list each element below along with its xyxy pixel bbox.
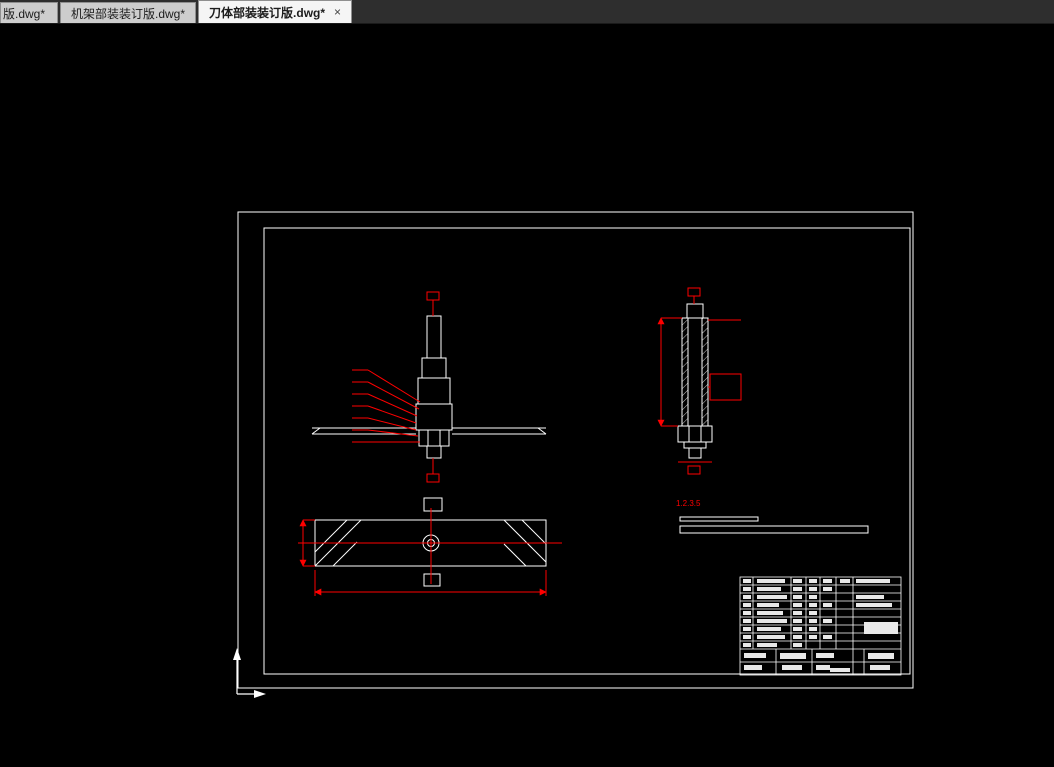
file-tab-0-label: 版.dwg*: [3, 6, 46, 21]
section-view: [677, 303, 713, 459]
file-tab-bar: 版.dwg* 机架部装装订版.dwg* 刀体部装装订版.dwg* ×: [0, 0, 1054, 24]
blade-annotation: 1.2.3.5: [676, 499, 701, 508]
file-tab-2-active[interactable]: 刀体部装装订版.dwg* ×: [198, 0, 353, 23]
file-tab-0[interactable]: 版.dwg*: [0, 2, 58, 23]
front-view-dimensions: [352, 291, 440, 483]
file-tab-2-label: 刀体部装装订版.dwg*: [209, 5, 326, 20]
close-tab-icon[interactable]: ×: [334, 6, 341, 18]
drawing-canvas[interactable]: 1.2.3.5: [0, 24, 1054, 767]
drawing-svg: 1.2.3.5: [233, 211, 914, 698]
file-tab-1[interactable]: 机架部装装订版.dwg*: [60, 2, 197, 23]
top-view-dimensions: [298, 508, 562, 596]
blade-strips: [679, 516, 869, 534]
file-tab-1-label: 机架部装装订版.dwg*: [71, 6, 186, 21]
section-view-dimensions: [657, 287, 742, 475]
